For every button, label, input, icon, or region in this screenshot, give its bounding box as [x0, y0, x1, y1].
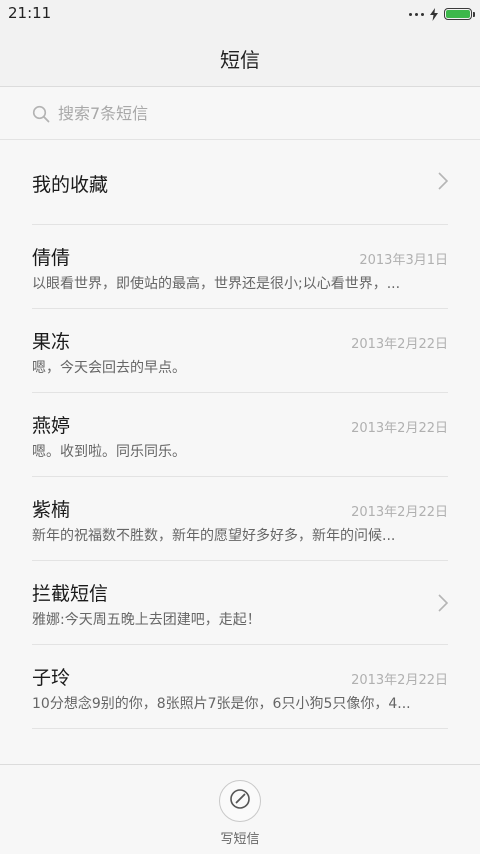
contact-name: 紫楠	[32, 499, 71, 521]
battery-icon	[444, 8, 475, 20]
page-title: 短信	[220, 48, 260, 72]
favorites-row[interactable]: 我的收藏	[32, 140, 449, 225]
compose-button[interactable]	[219, 780, 261, 822]
status-time: 21:11	[8, 4, 52, 22]
message-date: 2013年2月22日	[351, 421, 448, 436]
message-date: 2013年2月22日	[351, 337, 448, 352]
conversation-item[interactable]: 果冻 2013年2月22日 嗯，今天会回去的早点。	[32, 309, 448, 393]
bottom-toolbar: 写短信	[0, 764, 480, 854]
message-preview: 雅娜:今天周五晚上去团建吧，走起！	[32, 612, 261, 628]
search-icon	[32, 105, 50, 127]
favorites-label: 我的收藏	[32, 174, 109, 196]
contact-name: 子玲	[32, 667, 71, 689]
message-preview: 嗯，今天会回去的早点。	[32, 360, 186, 376]
conversation-item[interactable]: 子玲 2013年2月22日 10分想念9别的你，8张照片7张是你，6只小狗5只像…	[32, 645, 448, 729]
message-date: 2013年3月1日	[359, 253, 448, 268]
message-preview: 新年的祝福数不胜数，新年的愿望好多好多，新年的问候...	[32, 528, 396, 544]
status-icons	[409, 6, 475, 22]
search-input[interactable]	[58, 101, 438, 125]
message-date: 2013年2月22日	[351, 505, 448, 520]
compose-icon	[229, 788, 251, 814]
compose-label: 写短信	[220, 832, 260, 847]
battery-level	[446, 10, 470, 18]
contact-name: 燕婷	[32, 415, 71, 437]
app-header: 短信	[0, 28, 480, 87]
contact-name: 果冻	[32, 331, 71, 353]
conversation-item[interactable]: 燕婷 2013年2月22日 嗯。收到啦。同乐同乐。	[32, 393, 448, 477]
message-preview: 10分想念9别的你，8张照片7张是你，6只小狗5只像你，4...	[32, 696, 411, 712]
signal-dots-icon	[409, 12, 424, 16]
status-bar: 21:11	[0, 0, 480, 28]
blocked-messages-label: 拦截短信	[32, 583, 109, 605]
message-preview: 嗯。收到啦。同乐同乐。	[32, 444, 186, 460]
search-bar[interactable]	[0, 87, 480, 140]
conversation-item[interactable]: 紫楠 2013年2月22日 新年的祝福数不胜数，新年的愿望好多好多，新年的问候.…	[32, 477, 448, 561]
chevron-right-icon	[438, 172, 449, 194]
message-preview: 以眼看世界，即使站的最高，世界还是很小;以心看世界，...	[32, 276, 401, 292]
conversation-item[interactable]: 倩倩 2013年3月1日 以眼看世界，即使站的最高，世界还是很小;以心看世界，.…	[32, 225, 448, 309]
charging-bolt-icon	[430, 7, 438, 21]
chevron-right-icon	[438, 594, 449, 616]
conversation-list: 我的收藏 倩倩 2013年3月1日 以眼看世界，即使站的最高，世界还是很小;以心…	[0, 140, 480, 729]
message-date: 2013年2月22日	[351, 673, 448, 688]
contact-name: 倩倩	[32, 247, 71, 269]
blocked-messages-item[interactable]: 拦截短信 雅娜:今天周五晚上去团建吧，走起！	[32, 561, 449, 645]
